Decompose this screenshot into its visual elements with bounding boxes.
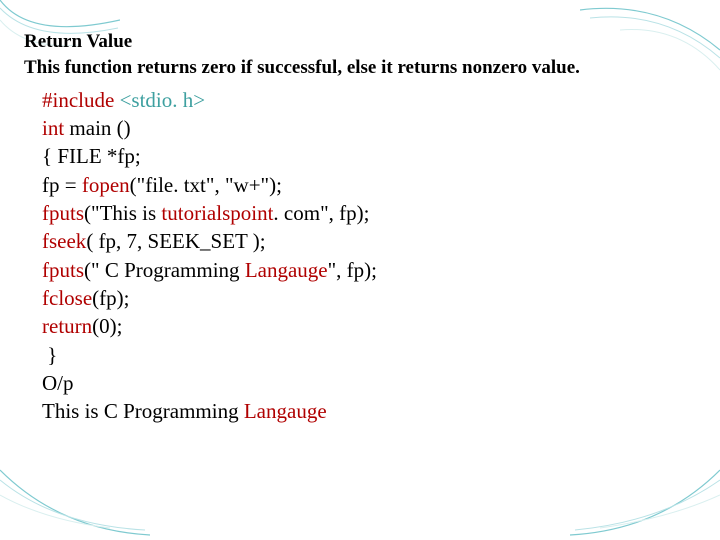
code-line: return(0);	[42, 312, 696, 340]
code-line: fputs(" C Programming Langauge", fp);	[42, 256, 696, 284]
heading: Return Value	[24, 30, 696, 54]
output-label: O/p	[42, 369, 696, 397]
code-line: #include <stdio. h>	[42, 86, 696, 114]
code-line: fp = fopen("file. txt", "w+");	[42, 171, 696, 199]
output-line: This is C Programming Langauge	[42, 397, 696, 425]
description: This function returns zero if successful…	[24, 56, 664, 80]
code-block: #include <stdio. h> int main () { FILE *…	[42, 86, 696, 426]
code-line: fclose(fp);	[42, 284, 696, 312]
code-line: int main ()	[42, 114, 696, 142]
code-line: fputs("This is tutorialspoint. com", fp)…	[42, 199, 696, 227]
corner-bottom-right	[570, 450, 720, 540]
slide: Return Value This function returns zero …	[0, 0, 720, 540]
code-line: fseek( fp, 7, SEEK_SET );	[42, 227, 696, 255]
code-line: { FILE *fp;	[42, 142, 696, 170]
code-line: }	[42, 341, 696, 369]
corner-bottom-left	[0, 450, 150, 540]
text-content: Return Value This function returns zero …	[24, 30, 696, 426]
